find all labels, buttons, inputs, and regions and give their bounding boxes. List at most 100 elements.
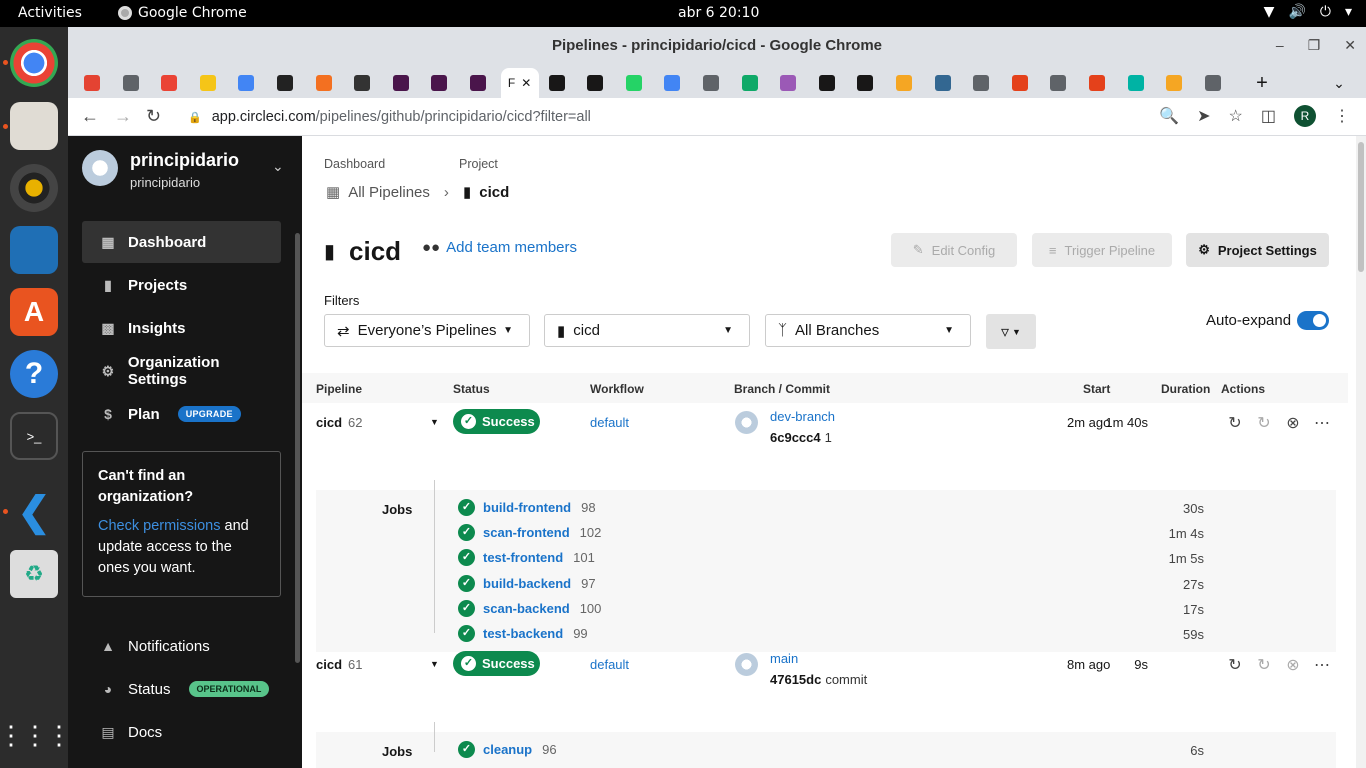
org-switcher[interactable]: principidario principidario: [82, 150, 239, 190]
check-permissions-link[interactable]: Check permissions: [98, 518, 221, 534]
tab[interactable]: [230, 68, 262, 98]
tab[interactable]: [965, 68, 997, 98]
tab[interactable]: [423, 68, 455, 98]
tab-active[interactable]: F ✕: [500, 68, 539, 98]
tab[interactable]: [115, 68, 147, 98]
minimize-button[interactable]: –: [1276, 27, 1284, 64]
tab[interactable]: [849, 68, 881, 98]
rerun-failed-icon[interactable]: ↻: [1255, 413, 1273, 433]
tab[interactable]: [695, 68, 727, 98]
sidebar-item-plan[interactable]: $ Plan UPGRADE: [82, 393, 281, 435]
maximize-button[interactable]: ❐: [1308, 27, 1321, 64]
zoom-icon[interactable]: 🔍: [1159, 106, 1179, 126]
upgrade-badge[interactable]: UPGRADE: [177, 406, 241, 422]
tab[interactable]: [656, 68, 688, 98]
sidebar-scrollbar[interactable]: [295, 233, 300, 663]
reload-button[interactable]: ↻: [146, 106, 161, 127]
commit-info[interactable]: 47615dc commit: [770, 672, 867, 687]
status-badge[interactable]: ✓ Success: [453, 651, 540, 676]
page-scrollbar[interactable]: [1356, 136, 1366, 768]
tab[interactable]: [462, 68, 494, 98]
project-filter-select[interactable]: ▮ cicd ▼: [544, 314, 750, 347]
clock[interactable]: abr 6 20:10: [678, 5, 759, 21]
pipeline-name[interactable]: cicd 61: [316, 657, 362, 672]
cancel-icon[interactable]: ⊗: [1284, 655, 1302, 675]
tab[interactable]: [385, 68, 417, 98]
side-panel-icon[interactable]: ◫: [1261, 106, 1276, 126]
status-badge[interactable]: ✓ Success: [453, 409, 540, 434]
software-center-icon[interactable]: A: [10, 288, 58, 336]
rerun-failed-icon[interactable]: ↻: [1255, 655, 1273, 675]
menu-icon[interactable]: ⋮: [1334, 106, 1350, 126]
tab[interactable]: [346, 68, 378, 98]
rerun-icon[interactable]: ↻: [1226, 655, 1244, 675]
tab[interactable]: [1158, 68, 1190, 98]
commit-info[interactable]: 6c9ccc4 1: [770, 430, 832, 445]
bookmark-star-icon[interactable]: ☆: [1229, 106, 1243, 126]
sidebar-item-status[interactable]: ◕ Status OPERATIONAL: [82, 668, 281, 710]
send-icon[interactable]: ➤: [1197, 106, 1210, 126]
branch-link[interactable]: dev-branch: [770, 409, 835, 424]
workflow-link[interactable]: default: [590, 657, 629, 672]
caret-down-icon[interactable]: ▼: [430, 659, 439, 669]
tab[interactable]: [153, 68, 185, 98]
chevron-down-icon[interactable]: ⌄: [272, 158, 284, 175]
sidebar-item-dashboard[interactable]: ▦ Dashboard: [82, 221, 281, 263]
job-item[interactable]: ✓ scan-frontend 102: [458, 522, 601, 542]
breadcrumb-project[interactable]: ▮ cicd: [463, 183, 509, 202]
job-item[interactable]: ✓ test-backend 99: [458, 623, 588, 643]
job-item[interactable]: ✓ test-frontend 101: [458, 547, 595, 567]
tab[interactable]: [888, 68, 920, 98]
trash-icon[interactable]: ♻: [10, 550, 58, 598]
tab[interactable]: [308, 68, 340, 98]
branch-link[interactable]: main: [770, 651, 798, 666]
tab[interactable]: [1197, 68, 1229, 98]
tab[interactable]: [269, 68, 301, 98]
tab[interactable]: [76, 68, 108, 98]
tab[interactable]: [541, 68, 573, 98]
close-tab-icon[interactable]: ✕: [521, 76, 531, 90]
tab[interactable]: [1004, 68, 1036, 98]
chrome-icon[interactable]: [10, 39, 58, 87]
job-item[interactable]: ✓ cleanup 96: [458, 739, 557, 759]
files-icon[interactable]: [10, 102, 58, 150]
advanced-filter-button[interactable]: ▿ ▼: [986, 314, 1036, 349]
caret-down-icon[interactable]: ▼: [430, 417, 439, 427]
sidebar-item-notifications[interactable]: ▲ Notifications: [82, 625, 281, 667]
auto-expand-toggle[interactable]: [1297, 311, 1329, 330]
project-settings-button[interactable]: ⚙ Project Settings: [1186, 233, 1329, 267]
new-tab-button[interactable]: +: [1246, 68, 1278, 98]
activities-button[interactable]: Activities: [18, 5, 82, 21]
back-button[interactable]: ←: [81, 106, 99, 127]
branch-filter-select[interactable]: ᛉ All Branches ▼: [765, 314, 971, 347]
system-tray[interactable]: ▼ 🔊 ⏻ ▾: [1264, 4, 1352, 20]
profile-avatar[interactable]: R: [1294, 105, 1316, 127]
pipeline-name[interactable]: cicd 62: [316, 415, 362, 430]
trigger-pipeline-button[interactable]: ≡ Trigger Pipeline: [1032, 233, 1172, 267]
job-item[interactable]: ✓ scan-backend 100: [458, 598, 601, 618]
more-icon[interactable]: ⋯: [1313, 413, 1331, 433]
writer-icon[interactable]: [10, 226, 58, 274]
edit-config-button[interactable]: ✎ Edit Config: [891, 233, 1017, 267]
sidebar-item-projects[interactable]: ▮ Projects: [82, 264, 281, 306]
forward-button[interactable]: →: [114, 106, 132, 127]
scrollbar-thumb[interactable]: [1358, 142, 1364, 272]
tab[interactable]: [192, 68, 224, 98]
sidebar-item-insights[interactable]: ▩ Insights: [82, 307, 281, 349]
sidebar-item-organization-settings[interactable]: ⚙ Organization Settings: [82, 350, 281, 392]
tab[interactable]: [927, 68, 959, 98]
tab[interactable]: [734, 68, 766, 98]
vscode-icon[interactable]: ❮: [10, 488, 58, 536]
app-menu[interactable]: Google Chrome: [118, 5, 247, 21]
breadcrumb-all-pipelines[interactable]: ▦ All Pipelines ›: [326, 183, 449, 202]
rhythmbox-icon[interactable]: [10, 164, 58, 212]
tab[interactable]: [811, 68, 843, 98]
cancel-icon[interactable]: ⊗: [1284, 413, 1302, 433]
tab[interactable]: [1120, 68, 1152, 98]
tab[interactable]: [579, 68, 611, 98]
tab[interactable]: [1081, 68, 1113, 98]
apps-grid-icon[interactable]: ⋮⋮⋮: [0, 711, 72, 759]
job-item[interactable]: ✓ build-backend 97: [458, 573, 596, 593]
tab[interactable]: [1042, 68, 1074, 98]
tab[interactable]: [618, 68, 650, 98]
